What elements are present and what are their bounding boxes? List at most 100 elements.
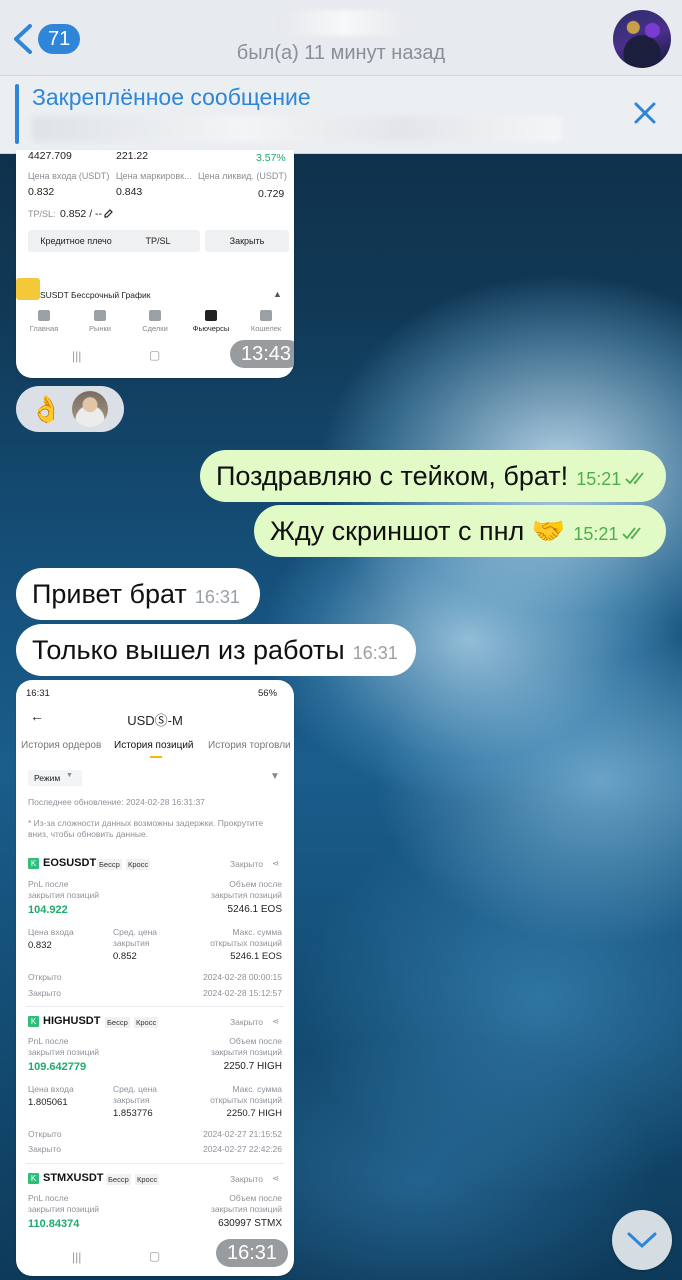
battery-level: 56% xyxy=(258,688,278,699)
opened-label: Открыто xyxy=(28,1129,62,1139)
nav-label: Главная xyxy=(29,324,59,333)
nav-markets: Рынки xyxy=(80,310,120,333)
closed-label: Закрыто xyxy=(28,1144,61,1154)
last-updated: Последнее обновление: 2024-02-28 16:31:3… xyxy=(28,797,205,807)
pnl-value: 110.84374 xyxy=(28,1218,80,1230)
recent-apps-icon: ||| xyxy=(72,1250,82,1264)
volume-label: закрытия позиций xyxy=(210,890,282,900)
chevron-down-icon: ▼ xyxy=(66,772,73,779)
perp-tag: Бесср xyxy=(105,1017,130,1028)
message-time: 16:31 xyxy=(352,643,398,663)
avg-close-value: 0.852 xyxy=(113,951,137,962)
pnl-label: PnL после xyxy=(28,1193,69,1203)
pnl-label: закрытия позиций xyxy=(28,1204,100,1214)
nav-futures: Фьючерсы xyxy=(191,310,231,333)
volume-value: 630997 STMX xyxy=(218,1218,282,1229)
entry-value: 1.805061 xyxy=(28,1097,68,1108)
pnl-label: PnL после xyxy=(28,879,69,889)
avg-close-value: 1.853776 xyxy=(113,1108,153,1119)
leverage-button: Кредитное плечо xyxy=(28,230,124,252)
perp-k-icon: K xyxy=(28,1173,39,1184)
outgoing-message[interactable]: Поздравляю с тейком, брат! 15:21 xyxy=(200,450,666,502)
avg-close-label: Сред. цена xyxy=(113,927,158,937)
cross-tag: Кросс xyxy=(126,859,151,870)
value-entry-price: 0.832 xyxy=(28,186,55,198)
message-text: Привет брат xyxy=(32,579,187,609)
pinned-title: Закреплённое сообщение xyxy=(32,84,311,110)
tab-order-history: История ордеров xyxy=(21,740,102,751)
entry-label: Цена входа xyxy=(28,927,74,937)
last-seen-status: был(а) 11 минут назад xyxy=(236,42,446,64)
pnl-value: 104.922 xyxy=(28,904,68,916)
label-entry-price: Цена входа (USDT) xyxy=(28,171,110,181)
nav-trades: Сделки xyxy=(135,310,175,333)
nav-label: Фьючерсы xyxy=(192,324,230,333)
value-mark-price: 0.843 xyxy=(116,186,143,198)
max-open-label: Макс. сумма xyxy=(232,927,282,937)
label-mark-price: Цена маркировк... xyxy=(116,171,192,181)
home-nav-icon: ▢ xyxy=(149,1249,161,1263)
image-message-position-history[interactable]: 16:31 56% ← USDⓈ-M История ордеров Истор… xyxy=(16,680,294,1276)
share-icon: ⋖ xyxy=(272,1173,280,1183)
outgoing-message[interactable]: Жду скриншот с пнл 🤝 15:21 xyxy=(254,505,666,557)
value-margin: 221.22 xyxy=(116,150,149,162)
volume-label: закрытия позиций xyxy=(210,1204,282,1214)
pnl-label: PnL после xyxy=(28,1036,69,1046)
value-roe: 3.57% xyxy=(256,152,286,164)
pnl-value: 109.642779 xyxy=(28,1061,87,1073)
contact-name[interactable] xyxy=(280,10,410,36)
perp-k-icon: K xyxy=(28,1016,39,1027)
position-symbol: HIGHUSDT xyxy=(43,1015,101,1027)
trade-icon xyxy=(149,310,161,321)
image-message-futures[interactable]: 4427.709 221.22 3.57% Цена входа (USDT) … xyxy=(16,150,294,378)
futures-icon xyxy=(205,310,217,321)
incoming-message[interactable]: Привет брат 16:31 xyxy=(16,568,260,620)
max-open-value: 5246.1 EOS xyxy=(230,951,282,962)
max-open-label: открытых позиций xyxy=(210,1095,282,1105)
max-open-label: Макс. сумма xyxy=(232,1084,282,1094)
perp-k-icon: K xyxy=(28,858,39,869)
reaction-chip[interactable]: 👌 xyxy=(16,386,124,432)
delay-note: * Из-за сложности данных возможны задерж… xyxy=(28,818,264,839)
caret-up-icon: ▲ xyxy=(273,289,282,299)
nav-wallet: Кошелек xyxy=(246,310,286,333)
wallet-icon xyxy=(260,310,272,321)
close-position-button: Закрыть xyxy=(205,230,289,252)
position-symbol: EOSUSDT xyxy=(43,857,97,869)
volume-label: Объем после xyxy=(229,1036,282,1046)
home-nav-icon: ▢ xyxy=(149,348,161,362)
entry-value: 0.832 xyxy=(28,940,52,951)
message-time: 15:21 xyxy=(576,469,622,489)
message-text: Поздравляю с тейком, брат! xyxy=(216,461,569,491)
pinned-message-bar[interactable]: Закреплённое сообщение xyxy=(0,76,682,154)
volume-label: Объем после xyxy=(229,879,282,889)
scroll-to-bottom-button[interactable] xyxy=(612,1210,672,1270)
position-symbol: STMXUSDT xyxy=(43,1172,104,1184)
label-liq-price: Цена ликвид. (USDT) xyxy=(198,171,287,181)
status-closed: Закрыто xyxy=(230,1017,263,1027)
incoming-message[interactable]: Только вышел из работы 16:31 xyxy=(16,624,416,676)
phone-status-time: 16:31 xyxy=(26,688,50,699)
pinned-indicator xyxy=(15,84,19,144)
screen-title: USDⓈ-M xyxy=(127,713,183,728)
opened-time: 2024-02-27 21:15:52 xyxy=(203,1129,282,1139)
pnl-label: закрытия позиций xyxy=(28,890,100,900)
contact-avatar[interactable] xyxy=(613,10,671,68)
volume-label: закрытия позиций xyxy=(210,1047,282,1057)
message-text: Жду скриншот с пнл 🤝 xyxy=(270,516,566,546)
tab-trade-history: История торговли xyxy=(208,740,291,751)
divider xyxy=(26,1006,284,1007)
entry-label: Цена входа xyxy=(28,1084,74,1094)
active-tab-underline xyxy=(150,756,162,758)
max-open-value: 2250.7 HIGH xyxy=(226,1108,282,1119)
max-open-label: открытых позиций xyxy=(210,938,282,948)
value-tpsl: 0.852 / -- xyxy=(60,208,103,220)
close-icon[interactable] xyxy=(632,100,658,126)
pair-chart-row: SUSDT Бессрочный График xyxy=(40,290,151,300)
closed-time: 2024-02-27 22:42:26 xyxy=(203,1144,282,1154)
tpsl-button: TP/SL xyxy=(116,230,200,252)
label-tpsl: TP/SL: xyxy=(28,209,56,219)
read-checkmarks-icon xyxy=(625,472,644,485)
chevron-down-icon xyxy=(627,1232,657,1248)
binance-logo-icon xyxy=(16,278,40,300)
